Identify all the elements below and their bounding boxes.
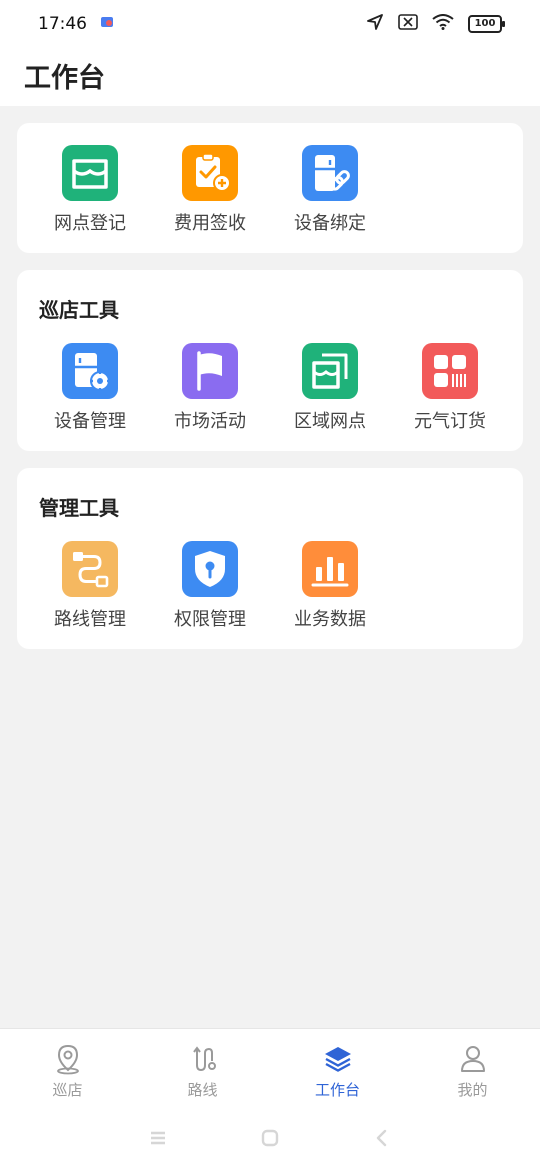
permission-management-label: 权限管理 — [174, 609, 246, 630]
device-management-button[interactable]: 设备管理 — [30, 343, 150, 433]
shield-key-icon — [182, 541, 238, 597]
area-outlets-button[interactable]: 区域网点 — [270, 343, 390, 433]
device-gear-icon — [62, 343, 118, 399]
device-bind-label: 设备绑定 — [294, 213, 366, 234]
outlet-register-icon — [62, 145, 118, 201]
location-pin-icon — [56, 1044, 79, 1075]
status-right: 100 — [366, 13, 505, 35]
route-icon — [192, 1046, 216, 1072]
yuanqi-order-button[interactable]: 元气订货 — [390, 343, 510, 433]
tab-label: 工作台 — [314, 1081, 360, 1099]
system-nav-bar — [0, 1120, 540, 1156]
route-management-button[interactable]: 路线管理 — [30, 541, 150, 631]
section-title-management: 管理工具 — [39, 496, 119, 520]
area-outlets-label: 区域网点 — [294, 411, 366, 432]
device-bind-button[interactable]: 设备绑定 — [270, 145, 390, 235]
wifi-icon — [432, 14, 454, 34]
flag-icon — [182, 343, 238, 399]
management-tools-card: 管理工具 路线管理 权限管理 业务数据 — [17, 468, 523, 649]
menu-icon[interactable] — [146, 1126, 170, 1150]
status-time: 17:46 — [38, 14, 87, 34]
yuanqi-order-label: 元气订货 — [414, 411, 486, 432]
back-icon[interactable] — [370, 1126, 394, 1150]
clipboard-check-icon — [182, 145, 238, 201]
location-arrow-icon — [366, 13, 384, 35]
market-activity-label: 市场活动 — [174, 411, 246, 432]
market-activity-button[interactable]: 市场活动 — [150, 343, 270, 433]
tab-mine[interactable]: 我的 — [405, 1043, 540, 1100]
business-data-label: 业务数据 — [294, 609, 366, 630]
layers-icon — [324, 1047, 351, 1072]
app-notification-icon — [99, 14, 115, 35]
battery-indicator: 100 — [468, 15, 505, 33]
bar-chart-icon — [302, 541, 358, 597]
expense-signoff-label: 费用签收 — [174, 213, 246, 234]
section-title-patrol: 巡店工具 — [39, 298, 119, 322]
no-sim-icon — [398, 14, 418, 34]
tab-label: 巡店 — [52, 1081, 83, 1099]
device-link-icon — [302, 145, 358, 201]
tab-route[interactable]: 路线 — [135, 1043, 270, 1100]
header: 工作台 — [0, 48, 540, 106]
tab-patrol[interactable]: 巡店 — [0, 1043, 135, 1100]
patrol-tools-card: 巡店工具 设备管理 市场活动 区域网点 元气订货 — [17, 270, 523, 451]
status-bar: 17:46 100 — [0, 0, 540, 48]
tab-label: 我的 — [457, 1081, 488, 1099]
page-title: 工作台 — [24, 63, 105, 94]
business-data-button[interactable]: 业务数据 — [270, 541, 390, 631]
tab-label: 路线 — [187, 1081, 218, 1099]
route-management-label: 路线管理 — [54, 609, 126, 630]
stores-icon — [302, 343, 358, 399]
permission-management-button[interactable]: 权限管理 — [150, 541, 270, 631]
tab-workbench[interactable]: 工作台 — [270, 1043, 405, 1100]
quick-actions-card: 网点登记 费用签收 设备绑定 — [17, 123, 523, 253]
status-left: 17:46 — [38, 14, 115, 35]
device-management-label: 设备管理 — [54, 411, 126, 432]
outlet-register-button[interactable]: 网点登记 — [30, 145, 150, 235]
outlet-register-label: 网点登记 — [54, 213, 126, 234]
expense-signoff-button[interactable]: 费用签收 — [150, 145, 270, 235]
qr-code-icon — [422, 343, 478, 399]
home-icon[interactable] — [258, 1126, 282, 1150]
user-icon — [460, 1046, 485, 1072]
route-path-icon — [62, 541, 118, 597]
